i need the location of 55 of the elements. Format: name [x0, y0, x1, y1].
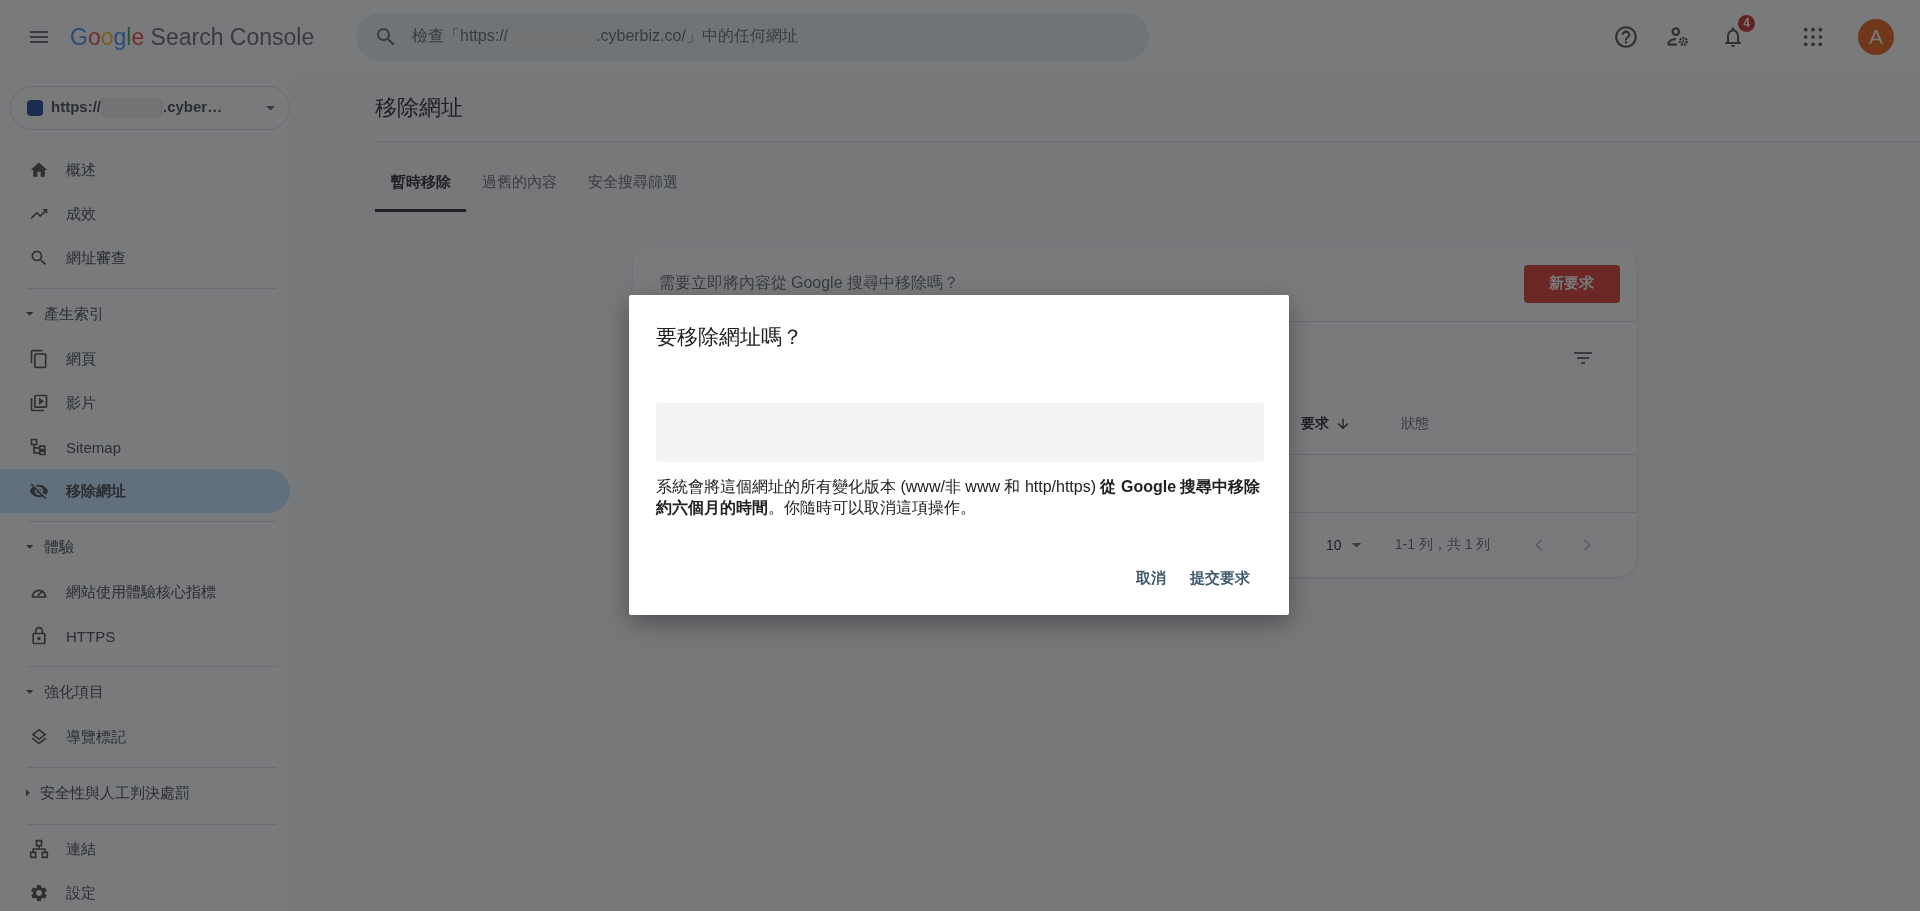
dialog-description: 系統會將這個網址的所有變化版本 (www/非 www 和 http/https) 從 Google 搜尋中移除約六個月的時間。你隨時可以取消這項操作。 — [656, 477, 1262, 518]
favicon-icon — [27, 100, 43, 116]
sitemap-icon — [29, 437, 49, 457]
nav-item[interactable]: 網站使用體驗核心指標 — [0, 570, 290, 614]
tab[interactable]: 過舊的內容 — [466, 156, 572, 212]
caret-down-icon — [26, 690, 34, 694]
page-title: 移除網址 — [375, 94, 464, 122]
search-icon — [29, 248, 49, 268]
new-request-button[interactable]: 新要求 — [1523, 264, 1620, 303]
dialog-title: 要移除網址嗎？ — [656, 324, 804, 350]
home-icon — [29, 160, 49, 180]
nav-item[interactable]: HTTPS — [0, 614, 290, 658]
search-placeholder: 檢查「https:// .cyberbiz.co/」中的任何網址 — [412, 26, 798, 48]
tab[interactable]: 暫時移除 — [375, 156, 466, 212]
section-header[interactable]: 強化項目 — [0, 669, 290, 715]
nav-item[interactable]: 網頁 — [0, 337, 290, 381]
product-logo: Google Search Console — [70, 23, 316, 51]
lock-icon — [29, 626, 49, 646]
nav-item[interactable]: 設定 — [0, 871, 290, 911]
nav-item[interactable]: 成效 — [0, 192, 290, 236]
section-header[interactable]: 體驗 — [0, 524, 290, 570]
nav-item[interactable]: 影片 — [0, 381, 290, 425]
apps-icon[interactable] — [1802, 26, 1824, 48]
search-field[interactable]: 檢查「https:// .cyberbiz.co/」中的任何網址 — [356, 13, 1149, 61]
column-header[interactable]: 狀態 — [1400, 415, 1429, 433]
eye-off-icon — [29, 481, 49, 501]
nav-item[interactable]: 移除網址 — [0, 469, 290, 513]
pagination-range: 1-1 列，共 1 列 — [1394, 536, 1491, 554]
nav-item[interactable]: 導覽標記 — [0, 715, 290, 759]
nav-item[interactable]: 連結 — [0, 827, 290, 871]
caret-down-icon — [26, 545, 34, 549]
layers-icon — [29, 727, 49, 747]
section-header[interactable]: 安全性與人工判決處罰 — [0, 770, 290, 816]
caret-right-icon — [26, 789, 30, 797]
cancel-button[interactable]: 取消 — [1128, 560, 1174, 596]
submit-button[interactable]: 提交要求 — [1182, 560, 1258, 596]
nav-item[interactable]: 概述 — [0, 148, 290, 192]
section-header[interactable]: 產生索引 — [0, 291, 290, 337]
tab[interactable]: 安全搜尋篩選 — [572, 156, 693, 212]
nav-item[interactable]: Sitemap — [0, 425, 290, 469]
gear-icon — [29, 883, 49, 903]
column-header[interactable]: 要求 — [1300, 415, 1401, 433]
rows-per-page-select[interactable]: 10 — [1326, 537, 1361, 553]
video-icon — [29, 393, 49, 413]
account-avatar[interactable]: A — [1858, 19, 1894, 55]
pages-icon — [29, 349, 49, 369]
nav-item[interactable]: 網址審查 — [0, 236, 290, 280]
caret-icon — [1351, 542, 1361, 548]
notification-badge: 4 — [1738, 15, 1755, 32]
caret-icon — [265, 105, 275, 111]
network-icon — [29, 839, 49, 859]
removal-prompt: 需要立即將內容從 Google 搜尋中移除嗎？ — [658, 273, 960, 293]
help-icon[interactable] — [1613, 24, 1639, 50]
caret-down-icon — [26, 312, 34, 316]
property-url: https:// .cyber… — [51, 98, 223, 118]
